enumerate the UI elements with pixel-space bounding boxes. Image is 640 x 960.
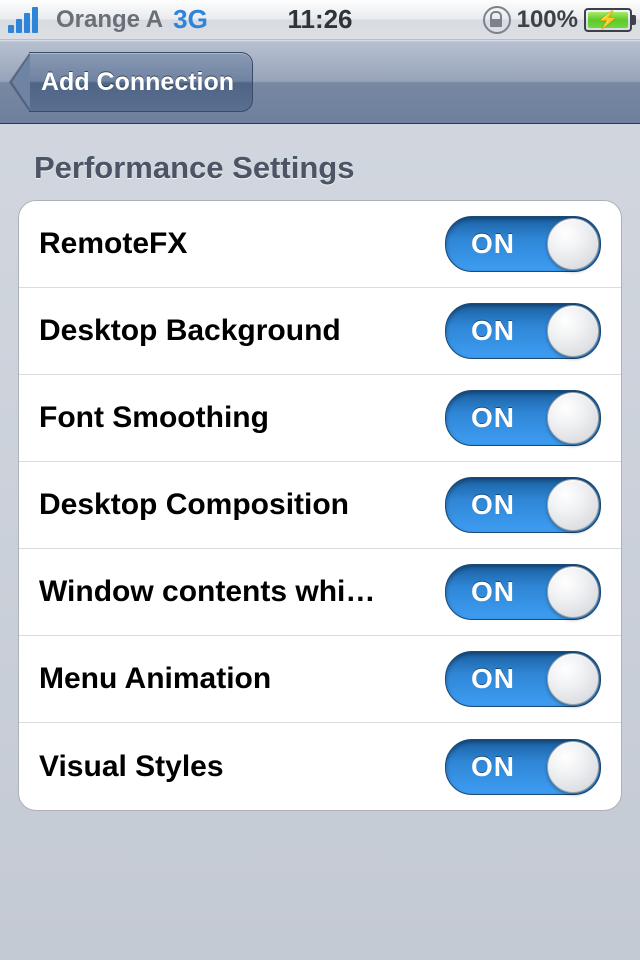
row-remotefx: RemoteFX ON [19, 201, 621, 288]
row-label: Menu Animation [39, 662, 271, 696]
settings-group: RemoteFX ON Desktop Background ON Font S… [18, 200, 622, 811]
toggle-window-contents[interactable]: ON [445, 564, 601, 620]
carrier-label: Orange A [56, 6, 163, 34]
back-button[interactable]: Add Connection [10, 53, 253, 111]
row-menu-animation: Menu Animation ON [19, 636, 621, 723]
row-visual-styles: Visual Styles ON [19, 723, 621, 810]
toggle-on-text: ON [471, 217, 515, 271]
navigation-bar: Add Connection [0, 40, 640, 124]
signal-icon [8, 7, 46, 33]
row-desktop-background: Desktop Background ON [19, 288, 621, 375]
row-label: Font Smoothing [39, 401, 269, 435]
row-font-smoothing: Font Smoothing ON [19, 375, 621, 462]
battery-percentage: 100% [517, 6, 578, 34]
status-right: 100% ⚡ [483, 6, 632, 34]
toggle-knob [547, 741, 599, 793]
toggle-knob [547, 653, 599, 705]
toggle-remotefx[interactable]: ON [445, 216, 601, 272]
toggle-desktop-composition[interactable]: ON [445, 477, 601, 533]
toggle-knob [547, 218, 599, 270]
toggle-desktop-background[interactable]: ON [445, 303, 601, 359]
toggle-knob [547, 392, 599, 444]
toggle-knob [547, 305, 599, 357]
back-button-label: Add Connection [29, 52, 253, 112]
toggle-on-text: ON [471, 652, 515, 706]
content: Performance Settings RemoteFX ON Desktop… [0, 124, 640, 811]
back-chevron-icon [10, 53, 30, 111]
toggle-on-text: ON [471, 565, 515, 619]
toggle-on-text: ON [471, 391, 515, 445]
toggle-on-text: ON [471, 304, 515, 358]
network-label: 3G [173, 4, 208, 35]
status-bar: Orange A 3G 11:26 100% ⚡ [0, 0, 640, 40]
toggle-knob [547, 566, 599, 618]
row-label: Visual Styles [39, 750, 224, 784]
toggle-menu-animation[interactable]: ON [445, 651, 601, 707]
row-label: RemoteFX [39, 227, 187, 261]
toggle-knob [547, 479, 599, 531]
toggle-font-smoothing[interactable]: ON [445, 390, 601, 446]
row-desktop-composition: Desktop Composition ON [19, 462, 621, 549]
section-header: Performance Settings [34, 150, 622, 186]
row-label: Desktop Composition [39, 488, 349, 522]
toggle-on-text: ON [471, 740, 515, 794]
row-label: Desktop Background [39, 314, 341, 348]
status-left: Orange A 3G [8, 4, 208, 35]
toggle-on-text: ON [471, 478, 515, 532]
battery-icon: ⚡ [584, 8, 632, 32]
row-label: Window contents whi… [39, 575, 375, 609]
orientation-lock-icon [483, 6, 511, 34]
row-window-contents: Window contents whi… ON [19, 549, 621, 636]
toggle-visual-styles[interactable]: ON [445, 739, 601, 795]
